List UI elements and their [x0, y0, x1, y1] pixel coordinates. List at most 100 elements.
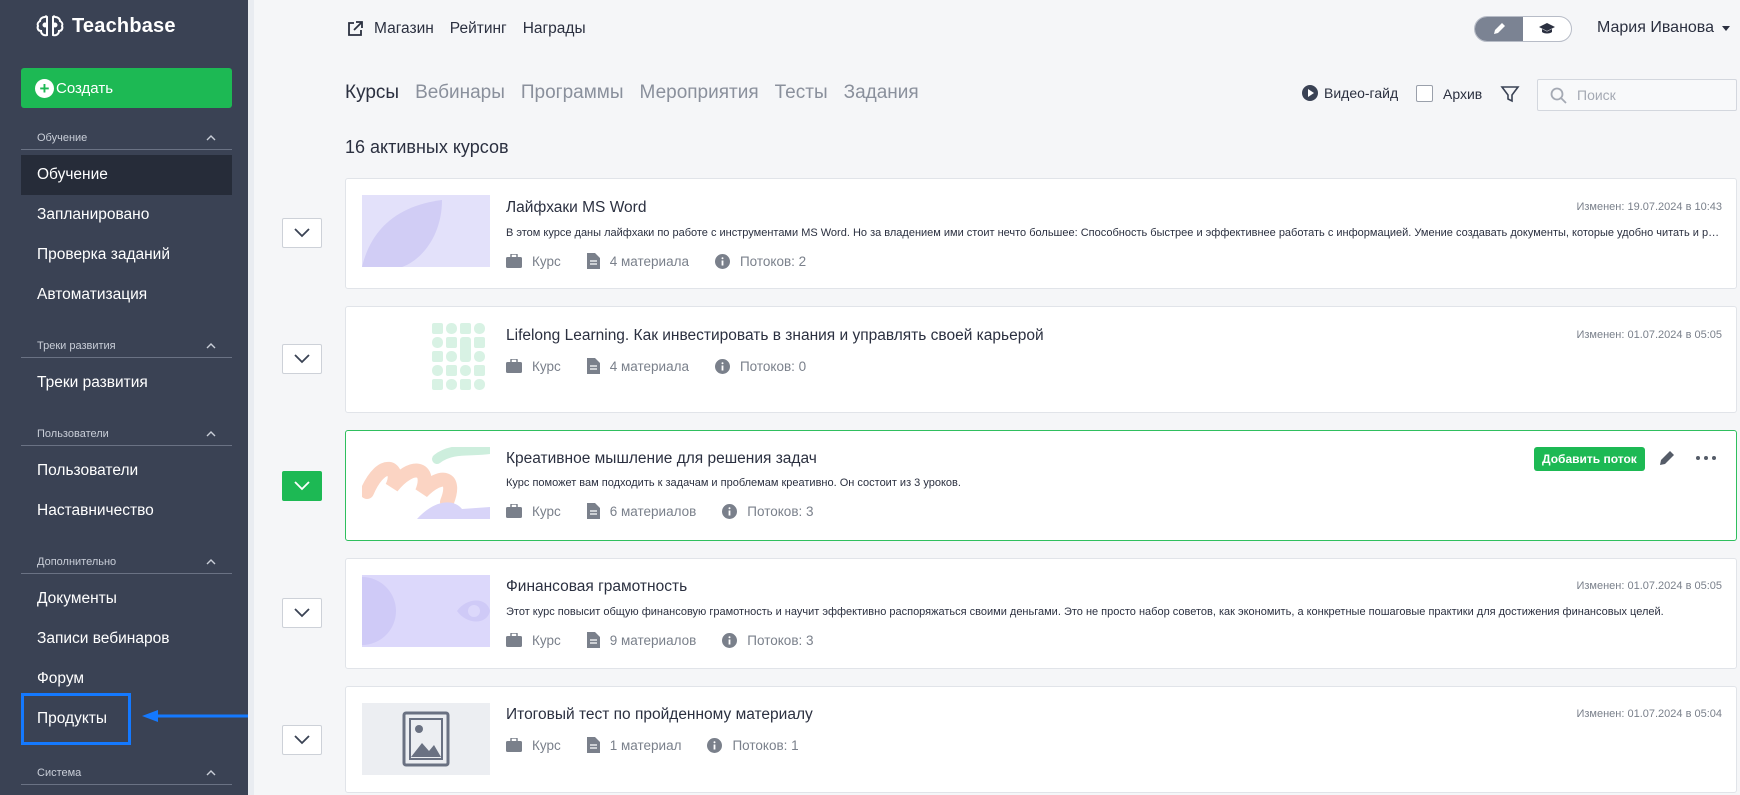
sidebar-item-documents[interactable]: Документы — [21, 579, 232, 619]
caret-down-icon — [1722, 25, 1731, 31]
course-thumbnail — [362, 195, 490, 267]
section-title: Пользователи — [37, 427, 109, 440]
course-thumbnail — [362, 703, 490, 775]
topnav-link-awards[interactable]: Награды — [523, 20, 586, 38]
sidebar-item-label: Записи вебинаров — [37, 630, 170, 647]
document-icon — [586, 358, 600, 374]
search-box — [1537, 79, 1737, 111]
expand-button[interactable] — [282, 598, 322, 628]
sidebar-item-webinar-records[interactable]: Записи вебинаров — [21, 619, 232, 659]
sidebar-item-mentoring[interactable]: Наставничество — [21, 491, 232, 531]
user-name: Мария Иванова — [1597, 19, 1715, 36]
course-title[interactable]: Креативное мышление для решения задач — [506, 450, 817, 468]
filter-icon[interactable] — [1500, 84, 1520, 104]
section-title: Система — [37, 766, 82, 779]
learner-mode-button[interactable] — [1523, 17, 1571, 41]
image-placeholder-icon — [362, 703, 490, 775]
course-count: 16 активных курсов — [345, 137, 509, 157]
content-tabs: Курсы Вебинары Программы Мероприятия Тес… — [345, 82, 935, 104]
topnav-link-rating[interactable]: Рейтинг — [450, 20, 507, 38]
brand-name: Teachbase — [72, 14, 176, 37]
info-icon — [714, 253, 730, 269]
archive-label: Архив — [1443, 85, 1483, 102]
tab-webinars[interactable]: Вебинары — [415, 82, 505, 104]
pencil-icon[interactable] — [1658, 449, 1676, 467]
course-meta: Курс 4 материала Потоков: 2 — [506, 253, 832, 269]
external-link-icon — [348, 21, 363, 36]
sidebar-item-label: Форум — [37, 670, 85, 687]
course-title[interactable]: Lifelong Learning. Как инвестировать в з… — [506, 327, 1044, 345]
section-header-tracks[interactable]: Треки развития — [21, 334, 232, 358]
expand-button[interactable] — [282, 725, 322, 755]
info-icon — [714, 358, 730, 374]
expand-button[interactable] — [282, 218, 322, 248]
sidebar-item-automation[interactable]: Автоматизация — [21, 275, 232, 315]
chevron-up-icon — [206, 769, 216, 775]
course-title[interactable]: Итоговый тест по пройденному материалу — [506, 706, 813, 724]
section-header-users[interactable]: Пользователи — [21, 422, 232, 446]
archive-checkbox[interactable] — [1416, 85, 1433, 102]
course-type: Курс — [532, 632, 561, 648]
course-card[interactable]: Lifelong Learning. Как инвестировать в з… — [345, 306, 1737, 413]
sidebar-item-label: Запланировано — [37, 206, 150, 223]
brand-logo[interactable]: Teachbase — [36, 14, 176, 38]
more-options-icon[interactable] — [1696, 449, 1716, 467]
info-icon — [707, 737, 723, 753]
sidebar-item-learning[interactable]: Обучение — [21, 155, 232, 195]
course-title[interactable]: Лайфхаки MS Word — [506, 199, 646, 217]
sidebar-item-users[interactable]: Пользователи — [21, 451, 232, 491]
course-description: В этом курсе даны лайфхаки по работе с и… — [506, 227, 1722, 239]
course-card[interactable]: Финансовая грамотность Изменен: 01.07.20… — [345, 558, 1737, 669]
sidebar-item-task-review[interactable]: Проверка заданий — [21, 235, 232, 275]
modified-date: Изменен: 01.07.2024 в 05:04 — [1576, 708, 1722, 720]
course-card[interactable]: Лайфхаки MS Word Изменен: 19.07.2024 в 1… — [345, 178, 1737, 289]
play-icon — [1302, 85, 1318, 101]
course-card[interactable]: Итоговый тест по пройденному материалу И… — [345, 686, 1737, 793]
chevron-up-icon — [206, 342, 216, 348]
video-guide-link[interactable]: Видео-гайд — [1302, 85, 1398, 101]
brain-icon — [36, 15, 64, 37]
course-thumbnail — [362, 323, 490, 395]
course-thumbnail — [362, 447, 490, 519]
sidebar-item-label: Автоматизация — [37, 286, 148, 303]
document-icon — [586, 253, 600, 269]
chevron-up-icon — [206, 134, 216, 140]
create-label: Создать — [56, 79, 114, 97]
tab-events[interactable]: Мероприятия — [640, 82, 759, 104]
create-button[interactable]: + Создать — [21, 68, 232, 108]
course-type: Курс — [532, 253, 561, 269]
add-stream-button[interactable]: Добавить поток — [1534, 447, 1645, 471]
tab-programs[interactable]: Программы — [521, 82, 624, 104]
course-title[interactable]: Финансовая грамотность — [506, 578, 687, 596]
sidebar-item-label: Документы — [37, 590, 117, 607]
section-header-additional[interactable]: Дополнительно — [21, 550, 232, 574]
chevron-down-icon — [294, 354, 310, 364]
chevron-up-icon — [206, 558, 216, 564]
section-header-learning[interactable]: Обучение — [21, 126, 232, 150]
tab-tests[interactable]: Тесты — [775, 82, 828, 104]
briefcase-icon — [506, 254, 522, 268]
search-input[interactable] — [1577, 87, 1727, 103]
course-thumbnail — [362, 575, 490, 647]
graduation-cap-icon — [1539, 23, 1555, 34]
document-icon — [586, 737, 600, 753]
sidebar-item-tracks[interactable]: Треки развития — [21, 363, 232, 403]
briefcase-icon — [506, 359, 522, 373]
sidebar-item-products[interactable]: Продукты — [21, 693, 131, 745]
section-title: Обучение — [37, 131, 88, 144]
section-header-system[interactable]: Система — [21, 761, 232, 785]
chevron-up-icon — [206, 430, 216, 436]
tab-courses[interactable]: Курсы — [345, 82, 399, 104]
topnav-link-shop[interactable]: Магазин — [374, 20, 434, 38]
expand-button[interactable] — [282, 344, 322, 374]
course-type: Курс — [532, 737, 561, 753]
streams-count: Потоков: 3 — [747, 503, 814, 519]
edit-mode-button[interactable] — [1475, 17, 1523, 41]
sidebar-item-scheduled[interactable]: Запланировано — [21, 195, 232, 235]
course-card[interactable]: Креативное мышление для решения задач До… — [345, 430, 1737, 541]
expand-button[interactable] — [282, 471, 322, 501]
streams-count: Потоков: 1 — [732, 737, 799, 753]
mode-toggle — [1474, 16, 1572, 42]
tab-assignments[interactable]: Задания — [844, 82, 919, 104]
user-menu[interactable]: Мария Иванова — [1597, 19, 1731, 37]
